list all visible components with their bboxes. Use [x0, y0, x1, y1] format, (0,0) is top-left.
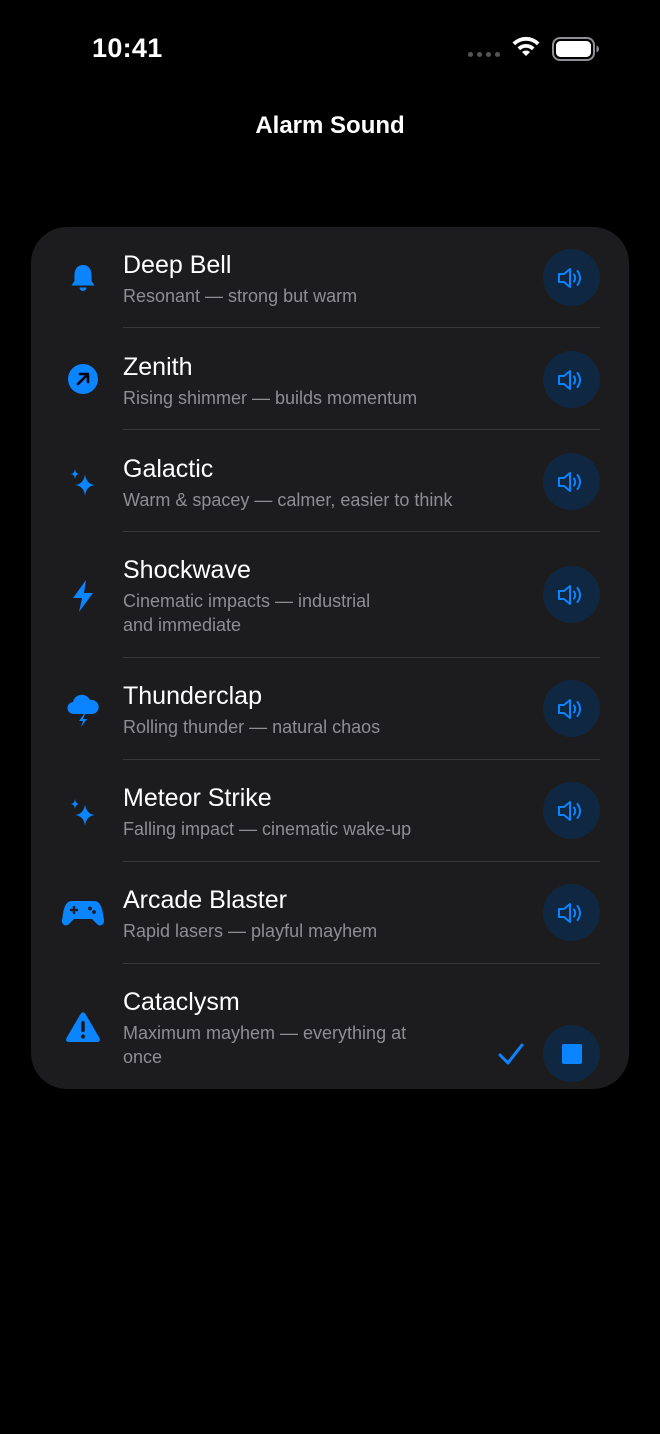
speaker-wave-icon [557, 698, 581, 719]
bolt-icon [61, 574, 105, 618]
sound-subtitle: Maximum mayhem — everything at once [123, 1023, 407, 1067]
preview-sound-button[interactable] [543, 453, 600, 510]
sound-row-arcade-blaster[interactable]: Arcade Blaster Rapid lasers — playful ma… [31, 862, 629, 964]
sound-subtitle: Warm & spacey — calmer, easier to think [123, 490, 453, 510]
speaker-wave-icon [557, 800, 581, 821]
cloud-bolt-icon [61, 688, 105, 732]
preview-sound-button[interactable] [543, 782, 600, 839]
preview-sound-button[interactable] [543, 566, 600, 623]
sound-title: Shockwave [123, 556, 251, 584]
sound-subtitle: Falling impact — cinematic wake-up [123, 819, 412, 839]
sound-subtitle: Rapid lasers — playful mayhem [123, 921, 378, 941]
gamecontroller-icon [61, 891, 105, 935]
sound-title: Deep Bell [123, 251, 232, 279]
sound-title: Cataclysm [123, 988, 240, 1016]
sound-row-thunderclap[interactable]: Thunderclap Rolling thunder — natural ch… [31, 658, 629, 760]
sound-subtitle: Rolling thunder — natural chaos [123, 717, 381, 737]
speaker-wave-icon [557, 584, 581, 605]
speaker-wave-icon [557, 267, 581, 288]
stop-sound-button[interactable] [543, 1025, 600, 1082]
sound-title: Galactic [123, 455, 214, 483]
sound-row-zenith[interactable]: Zenith Rising shimmer — builds momentum [31, 328, 629, 430]
sound-row-cataclysm[interactable]: Cataclysm Maximum mayhem — everything at… [31, 964, 629, 1089]
warning-triangle-icon [61, 1005, 105, 1049]
speaker-wave-icon [557, 902, 581, 923]
sound-subtitle: Resonant — strong but warm [123, 286, 358, 306]
wifi-icon [512, 36, 540, 56]
sparkles-icon [61, 790, 105, 834]
status-time: 10:41 [92, 33, 163, 63]
sparkles-icon [61, 460, 105, 504]
sound-row-meteor-strike[interactable]: Meteor Strike Falling impact — cinematic… [31, 760, 629, 862]
arrow-up-right-circle-icon [61, 357, 105, 401]
sound-list: Deep Bell Resonant — strong but warm Zen… [31, 227, 629, 1089]
speaker-wave-icon [557, 471, 581, 492]
sound-title: Zenith [123, 353, 193, 381]
checkmark-icon [498, 1043, 524, 1065]
speaker-wave-icon [557, 369, 581, 390]
cellular-signal-icon [468, 52, 500, 57]
sound-row-shockwave[interactable]: Shockwave Cinematic impacts — industrial… [31, 532, 629, 658]
page-title: Alarm Sound [255, 112, 405, 139]
status-bar: 10:41 [0, 0, 660, 100]
preview-sound-button[interactable] [543, 249, 600, 306]
bell-icon [61, 256, 105, 300]
sound-row-galactic[interactable]: Galactic Warm & spacey — calmer, easier … [31, 430, 629, 532]
sound-row-deep-bell[interactable]: Deep Bell Resonant — strong but warm [31, 227, 629, 328]
battery-icon [552, 37, 599, 61]
sound-title: Meteor Strike [123, 784, 272, 812]
preview-sound-button[interactable] [543, 680, 600, 737]
preview-sound-button[interactable] [543, 351, 600, 408]
preview-sound-button[interactable] [543, 884, 600, 941]
stop-icon [561, 1043, 582, 1064]
sound-subtitle: Cinematic impacts — industrial and immed… [123, 591, 371, 635]
sound-title: Arcade Blaster [123, 886, 287, 914]
sound-title: Thunderclap [123, 682, 262, 710]
sound-subtitle: Rising shimmer — builds momentum [123, 388, 418, 408]
